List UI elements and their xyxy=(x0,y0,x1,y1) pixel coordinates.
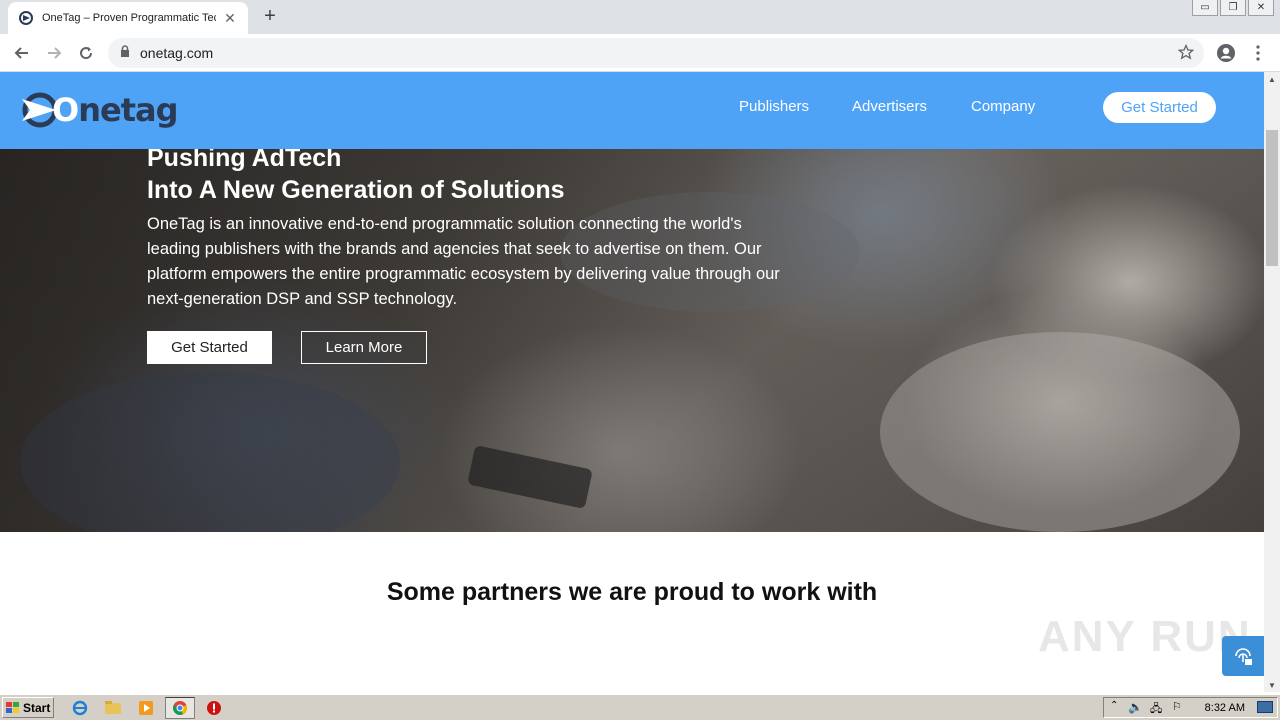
address-bar[interactable]: onetag.com xyxy=(108,38,1204,68)
tray-expand-icon[interactable]: ⌃ xyxy=(1110,700,1118,711)
page-viewport: Pushing AdTech Into A New Generation of … xyxy=(0,72,1264,692)
start-button[interactable]: Start xyxy=(2,697,54,718)
close-window-button[interactable]: ✕ xyxy=(1248,0,1274,16)
nav-advertisers[interactable]: Advertisers xyxy=(852,98,927,115)
window-controls: ▭ ❐ ✕ xyxy=(1192,0,1274,16)
volume-icon[interactable]: 🔈 xyxy=(1128,700,1143,714)
header-get-started-button[interactable]: Get Started xyxy=(1103,92,1216,123)
onetag-favicon-icon xyxy=(18,10,34,26)
internet-explorer-icon[interactable] xyxy=(70,698,90,718)
browser-tab-strip: OneTag – Proven Programmatic Tech ✕ + ▭ … xyxy=(0,0,1280,34)
browser-toolbar: onetag.com xyxy=(0,34,1280,72)
hero-learn-more-button[interactable]: Learn More xyxy=(301,331,427,364)
system-tray: ⌃ 🔈 🖧 ⚐ 8:32 AM xyxy=(1103,697,1278,718)
network-icon[interactable]: 🖧 xyxy=(1150,700,1162,719)
onetag-logo[interactable]: Onetag xyxy=(20,90,178,130)
scroll-down-arrow-icon[interactable]: ▼ xyxy=(1264,678,1280,692)
reload-icon xyxy=(80,47,93,60)
back-button[interactable] xyxy=(10,41,34,65)
lock-icon xyxy=(120,44,130,62)
file-explorer-icon[interactable] xyxy=(103,698,123,718)
site-header: Onetag Publishers Advertisers Company Ge… xyxy=(0,72,1264,149)
partners-heading: Some partners we are proud to work with xyxy=(386,578,878,606)
scrollbar-thumb[interactable] xyxy=(1266,130,1278,266)
fingerprint-lock-icon[interactable] xyxy=(1222,636,1264,676)
flag-icon[interactable]: ⚐ xyxy=(1172,700,1182,713)
browser-tab[interactable]: OneTag – Proven Programmatic Tech ✕ xyxy=(8,2,248,34)
forward-arrow-icon xyxy=(48,47,62,59)
hero-description: OneTag is an innovative end-to-end progr… xyxy=(147,215,780,308)
media-player-icon[interactable] xyxy=(136,698,156,718)
forward-button[interactable] xyxy=(42,41,66,65)
scroll-up-arrow-icon[interactable]: ▲ xyxy=(1264,72,1280,86)
back-arrow-icon xyxy=(14,47,28,59)
nav-publishers[interactable]: Publishers xyxy=(739,98,809,115)
windows-taskbar: Start ⌃ 🔈 🖧 ⚐ 8:32 AM xyxy=(0,694,1280,720)
stop-record-icon[interactable] xyxy=(204,698,224,718)
start-label: Start xyxy=(23,700,51,715)
logo-wordmark: Onetag xyxy=(52,91,178,129)
show-desktop-icon[interactable] xyxy=(1257,701,1273,713)
nav-company[interactable]: Company xyxy=(971,98,1035,115)
hero-title: Pushing AdTech Into A New Generation of … xyxy=(147,142,565,206)
hero-title-line2: Into A New Generation of Solutions xyxy=(147,176,565,204)
restore-button[interactable]: ❐ xyxy=(1220,0,1246,16)
windows-logo-icon xyxy=(6,701,19,713)
tab-title: OneTag – Proven Programmatic Tech xyxy=(42,12,216,24)
reload-button[interactable] xyxy=(74,41,98,65)
new-tab-button[interactable]: + xyxy=(258,4,282,28)
hero-get-started-button[interactable]: Get Started xyxy=(147,331,272,364)
tab-close-icon[interactable]: ✕ xyxy=(222,10,238,27)
minimize-button[interactable]: ▭ xyxy=(1192,0,1218,16)
chrome-menu-icon[interactable] xyxy=(1246,41,1270,65)
taskbar-clock[interactable]: 8:32 AM xyxy=(1205,702,1245,714)
url-text: onetag.com xyxy=(140,45,214,61)
anyrun-watermark: ANY RUN xyxy=(1038,612,1252,661)
chrome-taskbar-icon[interactable] xyxy=(165,697,195,719)
profile-avatar-icon[interactable] xyxy=(1214,41,1238,65)
page-scrollbar[interactable]: ▲ ▼ xyxy=(1264,72,1280,692)
bookmark-star-icon[interactable] xyxy=(1177,43,1195,65)
